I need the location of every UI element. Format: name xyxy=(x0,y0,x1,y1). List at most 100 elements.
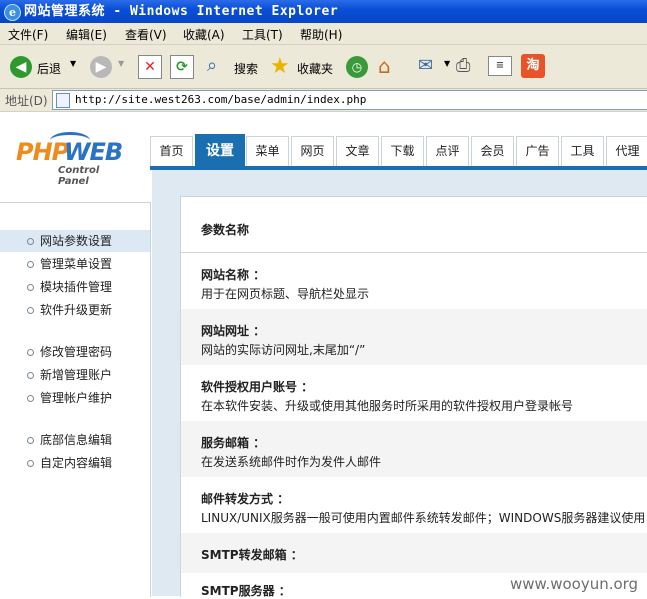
menu-view[interactable]: 查看(V) xyxy=(125,26,167,43)
forward-arrow-icon[interactable]: ▶ xyxy=(90,56,112,78)
setting-name: 邮件转发方式 ： xyxy=(201,492,290,506)
logo-php-text: PHP xyxy=(16,138,69,166)
tab-members[interactable]: 会员 xyxy=(471,136,514,166)
tab-ads[interactable]: 广告 xyxy=(516,136,559,166)
edit-page-icon[interactable]: ≡ xyxy=(488,56,512,76)
menu-file[interactable]: 文件(F) xyxy=(8,26,48,43)
sidebar-item-change-password[interactable]: 修改管理密码 xyxy=(0,341,150,363)
bullet-icon xyxy=(27,395,34,402)
setting-desc: 网站的实际访问网址,末尾加“/” xyxy=(201,343,366,357)
sidebar-item-menu-settings[interactable]: 管理菜单设置 xyxy=(0,253,150,275)
setting-name: 网站名称 ： xyxy=(201,268,266,282)
sidebar-item-software-update[interactable]: 软件升级更新 xyxy=(0,299,150,321)
sidebar-item-label: 模块插件管理 xyxy=(40,280,113,294)
bullet-icon xyxy=(27,460,34,467)
tab-downloads[interactable]: 下载 xyxy=(381,136,424,166)
sidebar-item-label: 修改管理密码 xyxy=(40,345,113,359)
sidebar-item-label: 软件升级更新 xyxy=(40,303,113,317)
toolbar: ◀ 后退 ▼ ▶ ▼ ✕ ⟳ ⌕ 搜索 ★ 收藏夹 ◷ ⌂ ✉ ▼ ⎙ ≡ 淘 xyxy=(0,45,647,89)
bullet-icon xyxy=(27,372,34,379)
back-button-label[interactable]: 后退 xyxy=(37,60,61,77)
sidebar: 网站参数设置 管理菜单设置 模块插件管理 软件升级更新 修改管理密码 新增管理账… xyxy=(0,202,151,597)
phpweb-logo: PHP WEB Control Panel xyxy=(16,132,131,187)
sidebar-item-label: 管理帐户维护 xyxy=(40,391,113,405)
favorites-star-icon[interactable]: ★ xyxy=(270,54,290,79)
settings-row: 邮件转发方式 ： LINUX/UNIX服务器一般可使用内置邮件系统转发邮件；WI… xyxy=(181,477,647,533)
print-icon[interactable]: ⎙ xyxy=(456,55,470,76)
tab-reviews[interactable]: 点评 xyxy=(426,136,469,166)
settings-row: 网站网址 ： 网站的实际访问网址,末尾加“/” xyxy=(181,309,647,365)
address-url[interactable]: http://site.west263.com/base/admin/index… xyxy=(75,93,366,106)
sidebar-item-admin-maintain[interactable]: 管理帐户维护 xyxy=(0,387,150,409)
setting-name: SMTP转发邮箱 ： xyxy=(201,548,303,562)
bullet-icon xyxy=(27,349,34,356)
setting-name: 软件授权用户账号 ： xyxy=(201,380,314,394)
favorites-button-label[interactable]: 收藏夹 xyxy=(297,60,333,77)
sidebar-item-site-params[interactable]: 网站参数设置 xyxy=(0,230,150,252)
mail-icon[interactable]: ✉ xyxy=(418,55,433,76)
settings-row: 网站名称 ： 用于在网页标题、导航栏处显示 xyxy=(181,253,647,309)
page-icon xyxy=(56,93,70,108)
setting-desc: LINUX/UNIX服务器一般可使用内置邮件系统转发邮件；WINDOWS服务器建… xyxy=(201,511,646,525)
sidebar-item-label: 自定内容编辑 xyxy=(40,456,113,470)
sidebar-item-plugin-manage[interactable]: 模块插件管理 xyxy=(0,276,150,298)
settings-row: 服务邮箱 ： 在发送系统邮件时作为发件人邮件 xyxy=(181,421,647,477)
sidebar-item-label: 管理菜单设置 xyxy=(40,257,113,271)
tab-settings[interactable]: 设置 xyxy=(195,134,245,167)
settings-row: 软件授权用户账号 ： 在本软件安装、升级或使用其他服务时所采用的软件授权用户登录… xyxy=(181,365,647,421)
back-dropdown-icon[interactable]: ▼ xyxy=(70,59,76,68)
sidebar-item-add-admin[interactable]: 新增管理账户 xyxy=(0,364,150,386)
sidebar-item-label: 底部信息编辑 xyxy=(40,433,113,447)
bullet-icon xyxy=(27,437,34,444)
tab-pages[interactable]: 网页 xyxy=(291,136,334,166)
address-label: 地址(D) xyxy=(5,94,48,108)
setting-name: 服务邮箱 ： xyxy=(201,436,266,450)
forward-dropdown-icon[interactable]: ▼ xyxy=(118,59,124,68)
sidebar-item-footer-edit[interactable]: 底部信息编辑 xyxy=(0,429,150,451)
address-bar: 地址(D) http://site.west263.com/base/admin… xyxy=(0,89,647,112)
settings-header: 参数名称 xyxy=(181,197,647,253)
setting-desc: 在本软件安装、升级或使用其他服务时所采用的软件授权用户登录帐号 xyxy=(201,399,574,413)
menu-tools[interactable]: 工具(T) xyxy=(242,26,283,43)
menu-bar: 文件(F) 编辑(E) 查看(V) 收藏(A) 工具(T) 帮助(H) xyxy=(0,23,647,45)
search-icon[interactable]: ⌕ xyxy=(207,55,229,77)
back-arrow-icon[interactable]: ◀ xyxy=(10,56,32,78)
tab-menu[interactable]: 菜单 xyxy=(246,136,289,166)
taobao-icon[interactable]: 淘 xyxy=(521,54,545,78)
home-icon[interactable]: ⌂ xyxy=(378,54,391,78)
ie-logo-icon: e xyxy=(4,4,21,21)
setting-desc: 用于在网页标题、导航栏处显示 xyxy=(201,287,370,301)
watermark: www.wooyun.org xyxy=(510,575,639,593)
web-page: PHP WEB Control Panel 首页 设置 菜单 网页 文章 下载 … xyxy=(0,112,647,598)
refresh-icon[interactable]: ⟳ xyxy=(170,55,194,79)
menu-favorites[interactable]: 收藏(A) xyxy=(183,26,225,43)
search-button-label[interactable]: 搜索 xyxy=(234,60,258,77)
tab-tools[interactable]: 工具 xyxy=(561,136,604,166)
window-title: 网站管理系统 - Windows Internet Explorer xyxy=(24,4,339,19)
sidebar-item-custom-content[interactable]: 自定内容编辑 xyxy=(0,452,150,474)
stop-icon[interactable]: ✕ xyxy=(138,55,162,79)
history-icon[interactable]: ◷ xyxy=(346,56,368,78)
tab-agents[interactable]: 代理 xyxy=(606,136,647,166)
sidebar-item-label: 网站参数设置 xyxy=(40,234,113,248)
bullet-icon xyxy=(27,307,34,314)
tab-home[interactable]: 首页 xyxy=(150,136,193,166)
bullet-icon xyxy=(27,261,34,268)
setting-name: 网站网址 ： xyxy=(201,324,266,338)
logo-subtitle: Control Panel xyxy=(58,165,100,187)
sidebar-item-label: 新增管理账户 xyxy=(40,368,113,382)
tab-articles[interactable]: 文章 xyxy=(336,136,379,166)
top-nav: 首页 设置 菜单 网页 文章 下载 点评 会员 广告 工具 代理 xyxy=(150,134,647,167)
bullet-icon xyxy=(27,284,34,291)
column-header-param-name: 参数名称 xyxy=(201,223,250,237)
settings-panel: 参数名称 网站名称 ： 用于在网页标题、导航栏处显示 网站网址 ： 网站的实际访… xyxy=(180,196,647,598)
mail-dropdown-icon[interactable]: ▼ xyxy=(444,59,450,68)
setting-name: SMTP服务器 ： xyxy=(201,584,291,598)
logo-web-text: WEB xyxy=(64,138,123,166)
window-title-bar[interactable]: e 网站管理系统 - Windows Internet Explorer xyxy=(0,0,647,23)
setting-desc: 在发送系统邮件时作为发件人邮件 xyxy=(201,455,382,469)
menu-help[interactable]: 帮助(H) xyxy=(300,26,342,43)
bullet-icon xyxy=(27,238,34,245)
address-input[interactable]: http://site.west263.com/base/admin/index… xyxy=(52,90,647,110)
menu-edit[interactable]: 编辑(E) xyxy=(66,26,107,43)
